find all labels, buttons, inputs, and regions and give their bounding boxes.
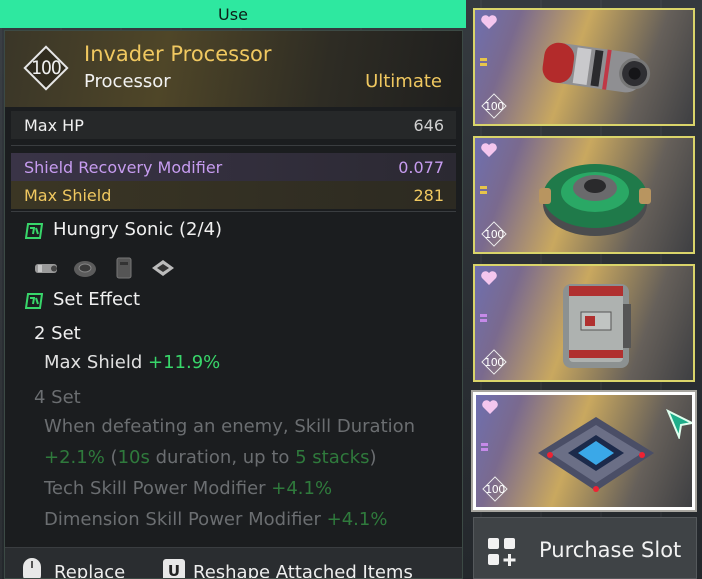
heart-icon: [481, 143, 497, 157]
processor-chip-icon: [538, 417, 654, 492]
item-header: 100 Invader Processor Processor Ultimate: [5, 31, 462, 107]
set2-effect: Max Shield +11.9%: [44, 352, 220, 373]
set2-stat: Max Shield: [44, 352, 143, 373]
text-fragment: ): [369, 447, 377, 468]
canister-core-icon: [542, 42, 651, 93]
heart-icon: [481, 15, 497, 29]
canister-piece-icon: [35, 264, 57, 273]
divider: [11, 211, 456, 212]
slot-level-number: 100: [484, 99, 504, 113]
chip-piece-icon: [152, 260, 174, 276]
stat-value: 646: [413, 115, 444, 135]
item-level-number: 100: [31, 57, 62, 79]
set4-dimension-value: +4.1%: [326, 509, 388, 530]
set-bonus-icon: [25, 223, 43, 239]
item-name: Invader Processor: [84, 42, 272, 66]
slot-level-number: 100: [484, 227, 504, 241]
mouse-left-click-icon: [23, 558, 41, 578]
set-effect-title: Set Effect: [53, 289, 141, 310]
battery-pack-icon: [563, 284, 631, 368]
stat-label: Shield Recovery Modifier: [24, 157, 223, 177]
item-level-badge: 100: [23, 45, 69, 91]
text-fragment: Dimension Skill Power Modifier: [44, 509, 327, 530]
item-tooltip-panel: 100 Invader Processor Processor Ultimate…: [4, 30, 463, 579]
slot-level-badge: 100: [480, 92, 508, 120]
bars-icon: [480, 314, 487, 324]
replace-button[interactable]: Replace: [54, 562, 125, 578]
module-slot-2[interactable]: 100: [473, 136, 695, 254]
set4-line2: +2.1% (10s duration, up to 5 stacks): [44, 447, 377, 468]
set-effect-icon: [25, 293, 43, 309]
u-key-icon: U: [163, 559, 185, 578]
purchase-slot-label: Purchase Slot: [539, 538, 682, 562]
text-fragment: (: [104, 447, 118, 468]
heart-icon: [481, 271, 497, 285]
use-button[interactable]: Use: [0, 0, 466, 28]
stat-row-max-hp: Max HP 646: [11, 111, 456, 139]
set4-line1: When defeating an enemy, Skill Duration: [44, 416, 416, 437]
divider: [11, 145, 456, 146]
mouse-cursor-icon: [666, 409, 692, 439]
slot-level-number: 100: [485, 482, 505, 496]
text-fragment: Tech Skill Power Modifier: [44, 478, 272, 499]
slot-level-badge: 100: [480, 220, 508, 248]
module-slot-3[interactable]: 100: [473, 264, 695, 382]
slot-level-badge: 100: [480, 348, 508, 376]
stat-row-shield-recovery: Shield Recovery Modifier 0.077: [11, 153, 456, 181]
set4-line3: Tech Skill Power Modifier +4.1%: [44, 478, 332, 499]
green-ring-core-icon: [539, 164, 651, 236]
bars-icon: [480, 186, 487, 196]
reshape-button[interactable]: Reshape Attached Items: [193, 562, 413, 578]
set4-skill-duration-value: +2.1%: [44, 447, 105, 468]
text-fragment: duration, up to: [149, 447, 296, 468]
battery-piece-icon: [116, 257, 132, 279]
set-count: (2/4): [179, 219, 223, 240]
set4-label: 4 Set: [34, 387, 81, 408]
bars-icon: [480, 58, 487, 68]
bars-icon: [481, 443, 488, 453]
ring-piece-icon: [74, 261, 96, 277]
add-grid-icon: [488, 538, 516, 566]
module-slot-1[interactable]: 100: [473, 8, 695, 126]
slot-level-badge: 100: [481, 475, 509, 503]
set4-duration-value: 10s: [117, 447, 150, 468]
item-type: Processor: [84, 71, 171, 92]
set4-line4: Dimension Skill Power Modifier +4.1%: [44, 509, 387, 530]
purchase-slot-button[interactable]: Purchase Slot: [473, 517, 697, 579]
set4-stacks-value: 5 stacks: [295, 447, 370, 468]
tooltip-footer: Replace U Reshape Attached Items: [5, 547, 462, 578]
stat-value: 281: [413, 185, 444, 205]
set2-value: +11.9%: [148, 352, 221, 373]
stat-value: 0.077: [398, 157, 444, 177]
heart-icon: [482, 400, 498, 414]
set-name: Hungry Sonic: [53, 219, 174, 240]
slot-level-number: 100: [484, 355, 504, 369]
set-title: Hungry Sonic (2/4): [53, 219, 222, 240]
stat-row-max-shield: Max Shield 281: [11, 181, 456, 209]
set2-label: 2 Set: [34, 323, 81, 344]
module-slot-4-selected[interactable]: 100: [471, 390, 697, 512]
item-grade: Ultimate: [365, 71, 442, 92]
set-pieces: [33, 257, 176, 279]
stat-label: Max Shield: [24, 185, 112, 205]
set4-tech-value: +4.1%: [271, 478, 333, 499]
stat-label: Max HP: [24, 115, 84, 135]
